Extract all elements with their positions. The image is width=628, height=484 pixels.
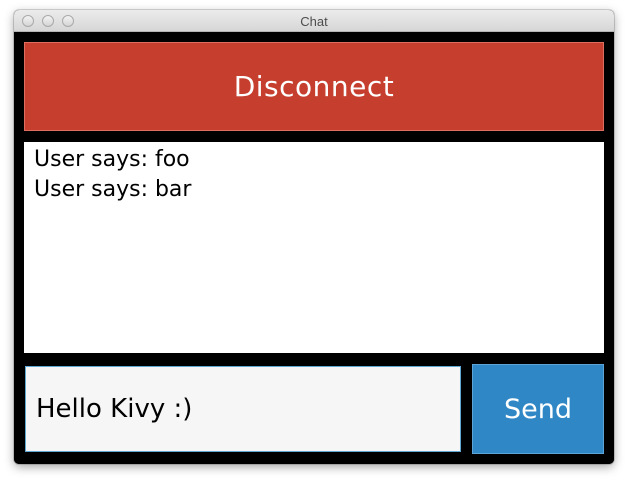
chat-log[interactable]: User says: foo User says: bar: [24, 142, 604, 353]
disconnect-button[interactable]: Disconnect: [24, 42, 604, 131]
chat-message: User says: bar: [34, 177, 192, 202]
title-bar[interactable]: Chat: [14, 10, 614, 32]
message-input[interactable]: [25, 366, 461, 452]
send-button[interactable]: Send: [472, 364, 604, 454]
app-window: Chat Disconnect User says: foo User says…: [14, 10, 614, 464]
chat-message: User says: foo: [34, 147, 190, 172]
chat-screen: Disconnect User says: foo User says: bar…: [14, 32, 614, 464]
window-title: Chat: [300, 14, 328, 29]
